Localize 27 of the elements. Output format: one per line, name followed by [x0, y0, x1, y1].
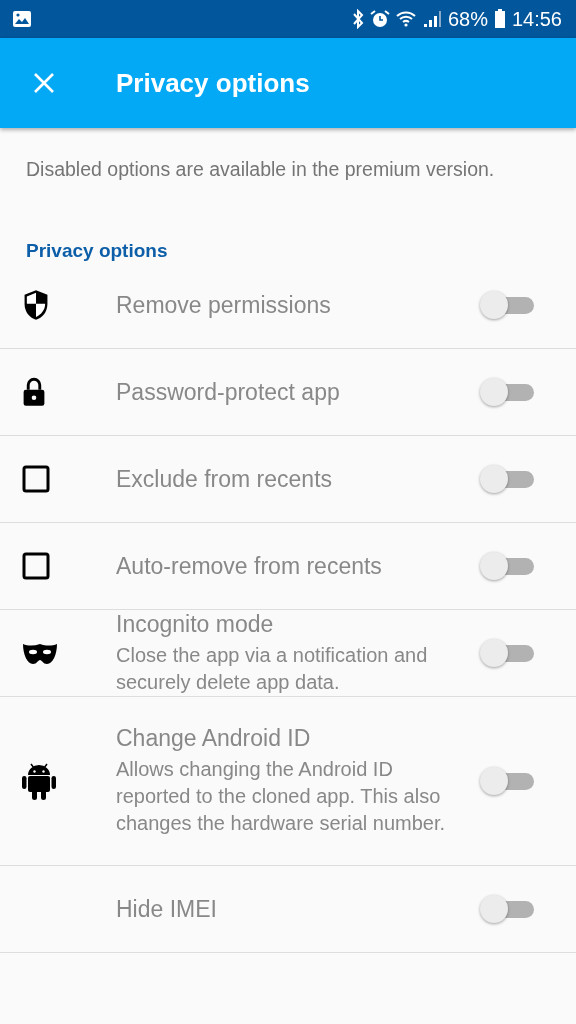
- battery-percentage: 68%: [447, 7, 488, 31]
- alarm-icon: [369, 9, 390, 29]
- battery-icon: [493, 9, 506, 29]
- close-icon: [33, 72, 55, 94]
- option-title: Password-protect app: [116, 378, 341, 406]
- option-title: Hide IMEI: [116, 895, 218, 923]
- option-title: Auto-remove from recents: [116, 552, 383, 580]
- image-icon: [12, 9, 32, 29]
- option-description: Close the app via a notification and securely delete app data.: [116, 642, 429, 695]
- android-icon: [22, 761, 56, 801]
- shield-icon: [22, 289, 50, 321]
- screen-title: Privacy options: [116, 67, 310, 99]
- option-title: Incognito mode: [116, 610, 275, 638]
- checkbox-icon: [22, 552, 50, 580]
- option-description: Allows changing the Android ID reported to the cloned app. This also changes the hardware serial number.: [116, 757, 447, 836]
- checkbox-icon: [22, 465, 50, 493]
- signal-icon: [421, 9, 442, 29]
- mask-icon: [22, 641, 58, 665]
- bluetooth-icon: [351, 9, 364, 29]
- lock-icon: [22, 377, 46, 407]
- clock-time: 14:56: [511, 7, 562, 31]
- premium-note: Disabled options are available in the premium version.: [25, 157, 496, 182]
- section-header: Privacy options: [25, 239, 169, 262]
- option-title: Exclude from recents: [116, 465, 334, 493]
- wifi-icon: [395, 9, 416, 29]
- option-title: Remove permissions: [116, 291, 332, 319]
- option-title: Change Android ID: [116, 725, 312, 752]
